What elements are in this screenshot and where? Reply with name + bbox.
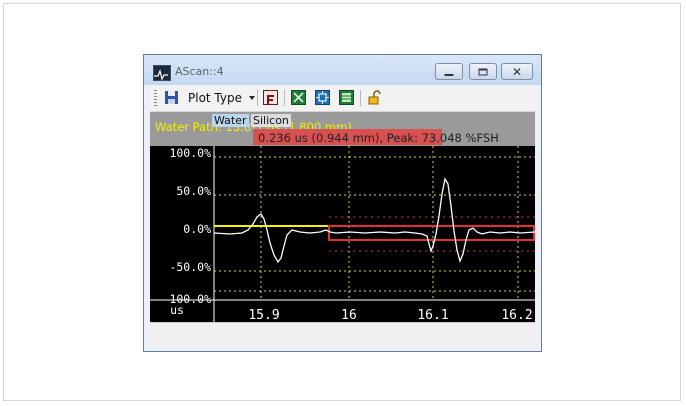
zoom-region-icon[interactable] (315, 90, 330, 105)
zoom-fit-icon[interactable] (291, 90, 306, 105)
close-icon: ✕ (511, 64, 523, 79)
toolbar-separator (360, 90, 361, 106)
chevron-down-icon[interactable] (249, 96, 255, 100)
unlock-icon[interactable] (367, 90, 382, 105)
water-gate-tab[interactable]: Water (212, 114, 249, 127)
window-title: AScan::4 (175, 65, 224, 78)
grid-view-icon[interactable] (339, 90, 354, 105)
x-tick-label: 16.1 (417, 308, 448, 322)
peak-readout: 0.236 us (0.944 mm), Peak: 73.048 %FSH (258, 131, 499, 145)
y-tick-label: 100.0% (169, 146, 211, 160)
restore-icon (478, 68, 488, 75)
plot-type-dropdown[interactable]: Plot Type (188, 91, 242, 105)
font-f-icon[interactable] (263, 90, 278, 105)
toolbar: Plot Type (150, 85, 535, 112)
ascan-graph[interactable]: 100.0% 50.0% 0.0% -50.0% -100.0% us 15.9… (150, 146, 535, 322)
status-bar (150, 322, 535, 345)
ascan-window: AScan::4 ✕ Plot Type Water Path: 13.8?? … (143, 54, 542, 352)
y-tick-label: 0.0% (183, 222, 211, 236)
toolbar-separator (257, 90, 258, 106)
silicon-gate-tab[interactable]: Silicon (251, 114, 291, 127)
toolbar-separator (284, 90, 285, 106)
y-tick-label: -50.0% (169, 260, 211, 274)
toolbar-grip[interactable] (154, 90, 157, 106)
ascan-app-icon (153, 65, 171, 81)
close-button[interactable]: ✕ (501, 63, 533, 80)
y-tick-label: 50.0% (176, 184, 211, 198)
title-bar[interactable]: AScan::4 ✕ (144, 55, 541, 85)
x-unit-label: us (170, 303, 184, 317)
ascan-plot[interactable]: Water Path: 13.8?? us (1.800 mm) Water S… (150, 112, 535, 322)
x-tick-label: 15.9 (248, 308, 279, 322)
save-icon[interactable] (164, 90, 179, 105)
gate-info-bar: Water Path: 13.8?? us (1.800 mm) Water S… (150, 112, 535, 146)
minimize-icon (444, 73, 454, 76)
maximize-button[interactable] (469, 63, 497, 80)
x-tick-label: 16 (341, 308, 357, 322)
minimize-button[interactable] (435, 63, 463, 80)
x-tick-label: 16.2 (501, 308, 532, 322)
